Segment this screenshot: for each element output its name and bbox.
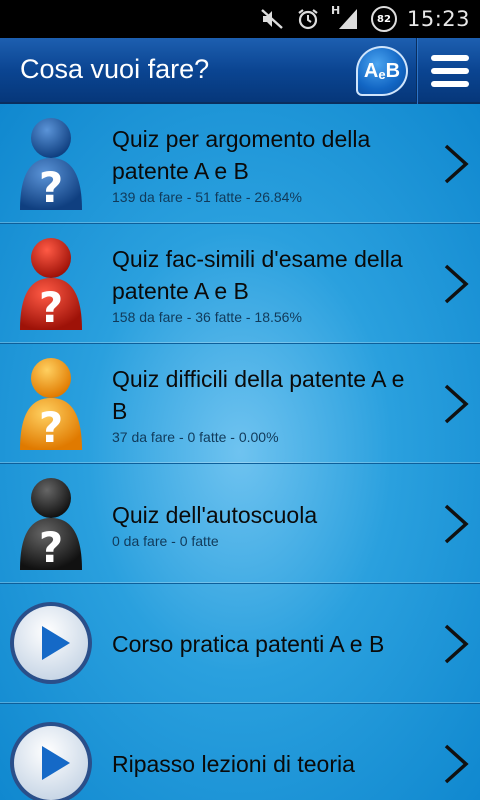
chevron-right-icon: [444, 624, 469, 664]
item-stats: 139 da fare - 51 fatte - 26.84%: [112, 189, 302, 205]
svg-text:?: ?: [39, 283, 63, 332]
app-logo[interactable]: AeB: [356, 46, 408, 96]
status-bar: H 82 15:23: [0, 0, 480, 38]
item-label: Quiz difficili della patente A e B: [112, 366, 405, 424]
play-video-icon: [10, 602, 92, 684]
item-label: Quiz fac-simili d'esame della patente A …: [112, 246, 403, 304]
question-person-orange-icon: ?: [20, 358, 82, 452]
network-type-label: H: [330, 4, 341, 17]
page-title: Cosa vuoi fare?: [20, 54, 210, 84]
list-item-corso-pratica[interactable]: Corso pratica patenti A e B: [0, 584, 480, 704]
item-stats: 158 da fare - 36 fatte - 18.56%: [112, 309, 302, 325]
logo-letter-b: B: [385, 59, 401, 82]
signal-icon: H: [330, 4, 361, 32]
list-item-quiz-facsimili[interactable]: ? Quiz fac-simili d'esame della patente …: [0, 224, 480, 344]
list-item-quiz-difficili[interactable]: ? Quiz difficili della patente A e B 37 …: [0, 344, 480, 464]
battery-icon: 82: [370, 6, 397, 32]
item-label: Ripasso lezioni di teoria: [112, 751, 355, 777]
chevron-right-icon: [444, 744, 469, 784]
menu-list: ? Quiz per argomento della patente A e B…: [0, 104, 480, 800]
question-person-red-icon: ?: [20, 238, 82, 332]
header-divider: [416, 38, 418, 104]
list-item-ripasso-lezioni[interactable]: Ripasso lezioni di teoria: [0, 704, 480, 800]
list-item-quiz-argomento[interactable]: ? Quiz per argomento della patente A e B…: [0, 104, 480, 224]
list-item-quiz-autoscuola[interactable]: ? Quiz dell'autoscuola 0 da fare - 0 fat…: [0, 464, 480, 584]
action-bar: Cosa vuoi fare? AeB: [0, 38, 480, 104]
item-label: Quiz dell'autoscuola: [112, 502, 318, 528]
logo-letter-a: A: [363, 59, 379, 82]
chevron-right-icon: [444, 264, 469, 304]
question-person-black-icon: ?: [20, 478, 82, 572]
battery-level: 82: [377, 13, 391, 25]
chevron-right-icon: [444, 504, 469, 544]
clock: 15:23: [406, 7, 470, 31]
hamburger-menu-icon[interactable]: [420, 38, 480, 104]
question-person-blue-icon: ?: [20, 118, 82, 212]
svg-text:?: ?: [39, 163, 63, 212]
alarm-icon: [295, 6, 321, 32]
item-label: Corso pratica patenti A e B: [112, 631, 385, 657]
item-stats: 0 da fare - 0 fatte: [112, 533, 219, 549]
svg-text:?: ?: [39, 403, 63, 452]
logo-letter-e: e: [378, 66, 386, 82]
play-video-icon: [10, 722, 92, 800]
item-label: Quiz per argomento della patente A e B: [112, 126, 371, 184]
chevron-right-icon: [444, 384, 469, 424]
chevron-right-icon: [444, 144, 469, 184]
svg-text:?: ?: [39, 523, 63, 572]
mute-icon: [259, 6, 285, 32]
item-stats: 37 da fare - 0 fatte - 0.00%: [112, 429, 279, 445]
